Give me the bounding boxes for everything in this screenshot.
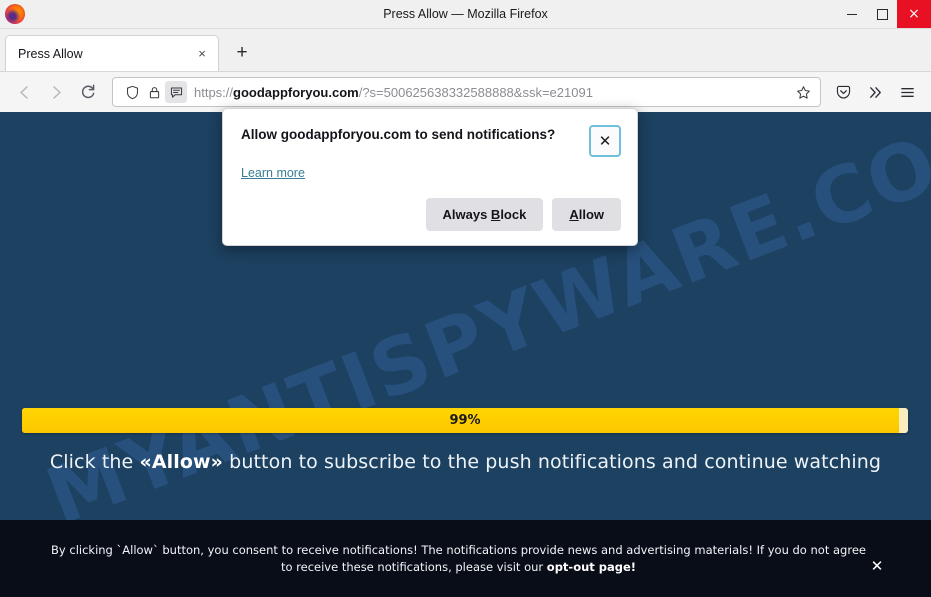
reload-icon: [81, 84, 95, 99]
footer-close-icon[interactable]: ✕: [867, 556, 887, 576]
tab-label: Press Allow: [18, 46, 83, 61]
call-to-action-text: Click the «Allow» button to subscribe to…: [0, 451, 931, 473]
close-window-button[interactable]: ×: [897, 0, 931, 28]
star-icon: [796, 85, 810, 99]
chevron-double-right-icon: [869, 86, 881, 98]
reload-button[interactable]: [72, 77, 104, 107]
overflow-chevrons-icon[interactable]: [859, 77, 891, 107]
url-path: /?s=500625638332588888&ssk=e21091: [358, 84, 593, 100]
dialog-header: Allow goodappforyou.com to send notifica…: [241, 125, 621, 157]
maximize-button[interactable]: [867, 0, 897, 28]
address-bar[interactable]: https://goodappforyou.com/?s=50062563833…: [112, 77, 821, 107]
hamburger-menu-icon[interactable]: [891, 77, 923, 107]
url-host: goodappforyou.com: [233, 84, 359, 100]
padlock-secure-icon[interactable]: [143, 81, 165, 103]
arrow-left-icon: [19, 85, 28, 99]
always-block-accel: B: [490, 207, 501, 222]
tab-strip: Press Allow × +: [0, 29, 931, 72]
dialog-actions: Always Block Allow: [241, 198, 621, 231]
speech-bubble-icon: [170, 86, 182, 98]
forward-button[interactable]: [40, 77, 72, 107]
consent-footer-bar: By clicking `Allow` button, you consent …: [0, 520, 931, 597]
toolbar-right-actions: [827, 77, 923, 107]
back-button[interactable]: [8, 77, 40, 107]
url-text: https://goodappforyou.com/?s=50062563833…: [194, 85, 792, 100]
pocket-save-icon[interactable]: [827, 77, 859, 107]
navigation-toolbar: https://goodappforyou.com/?s=50062563833…: [0, 72, 931, 113]
lock-icon: [149, 86, 159, 98]
minimize-button[interactable]: [837, 0, 867, 28]
allow-button[interactable]: Allow: [552, 198, 621, 231]
allow-accel: A: [569, 207, 579, 222]
window-title: Press Allow — Mozilla Firefox: [383, 7, 548, 21]
arrow-right-icon: [52, 85, 61, 99]
window-controls: ×: [837, 0, 931, 28]
dialog-close-button[interactable]: ✕: [589, 125, 621, 157]
notification-permission-icon[interactable]: [165, 81, 187, 103]
cta-emphasis: «Allow»: [139, 451, 224, 473]
tracking-protection-shield-icon[interactable]: [121, 81, 143, 103]
consent-footer-text: By clicking `Allow` button, you consent …: [0, 542, 931, 576]
cta-after: button to subscribe to the push notifica…: [223, 451, 882, 473]
new-tab-button[interactable]: +: [227, 38, 257, 68]
consent-text-body: By clicking `Allow` button, you consent …: [51, 542, 866, 574]
browser-tab[interactable]: Press Allow ×: [5, 35, 219, 71]
firefox-logo-icon: [5, 4, 25, 24]
download-progress-bar: 99%: [22, 408, 908, 433]
opt-out-page-link[interactable]: opt-out page!: [547, 560, 636, 574]
menu-icon: [900, 87, 914, 97]
window-titlebar: Press Allow — Mozilla Firefox ×: [0, 0, 931, 29]
cta-before: Click the: [49, 451, 140, 473]
url-scheme: https://: [194, 84, 234, 100]
notification-permission-dialog: Allow goodappforyou.com to send notifica…: [222, 108, 638, 246]
progress-percent-label: 99%: [449, 413, 481, 428]
always-block-button[interactable]: Always Block: [425, 198, 544, 231]
tab-close-icon[interactable]: ×: [192, 44, 212, 64]
pocket-icon: [836, 85, 850, 99]
shield-icon: [126, 85, 138, 99]
learn-more-link[interactable]: Learn more: [241, 166, 305, 180]
star-bookmark-icon[interactable]: [792, 81, 814, 103]
dialog-title: Allow goodappforyou.com to send notifica…: [241, 127, 556, 142]
